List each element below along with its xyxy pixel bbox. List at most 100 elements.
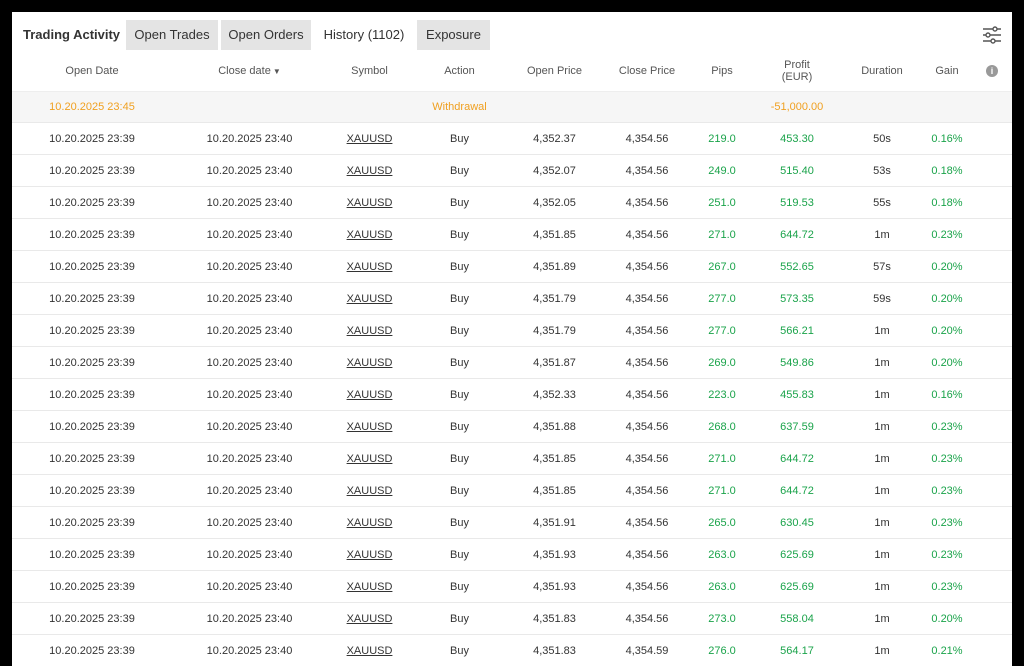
cell-close-date: 10.20.2025 23:40 [172, 346, 327, 379]
cell-close-date: 10.20.2025 23:40 [172, 186, 327, 219]
cell-duration: 1m [842, 538, 922, 571]
cell-symbol-link[interactable]: XAUUSD [327, 154, 412, 187]
table-row[interactable]: 10.20.2025 23:39 10.20.2025 23:40 XAUUSD Bu… [12, 602, 1012, 635]
header-profit-currency: (EUR) [781, 71, 813, 83]
table-row[interactable]: 10.20.2025 23:39 10.20.2025 23:40 XAUUSD Bu… [12, 538, 1012, 571]
cell-action: Buy [412, 154, 507, 187]
cell-pips: 276.0 [692, 634, 752, 666]
cell-profit: 637.59 [752, 410, 842, 443]
header-profit-label: Profit [784, 59, 810, 71]
tab-exposure[interactable]: Exposure [417, 20, 490, 50]
header-open-date[interactable]: Open Date [12, 51, 172, 92]
cell-symbol-link[interactable]: XAUUSD [327, 186, 412, 219]
cell-profit: 519.53 [752, 186, 842, 219]
header-gain[interactable]: Gain [922, 51, 972, 92]
trading-activity-panel: Trading Activity Open Trades Open Orders… [12, 12, 1012, 666]
withdrawal-amount: -51,000.00 [752, 91, 842, 123]
header-symbol[interactable]: Symbol [327, 51, 412, 92]
cell-pips: 271.0 [692, 474, 752, 507]
info-circle-icon[interactable]: i [986, 65, 998, 77]
header-pips[interactable]: Pips [692, 51, 752, 92]
cell-gain: 0.18% [922, 154, 972, 187]
cell-open-date: 10.20.2025 23:39 [12, 506, 172, 539]
cell-action: Buy [412, 602, 507, 635]
cell-close-price: 4,354.56 [602, 250, 692, 283]
table-row[interactable]: 10.20.2025 23:39 10.20.2025 23:40 XAUUSD Bu… [12, 282, 1012, 315]
withdrawal-date: 10.20.2025 23:45 [12, 91, 172, 123]
table-row[interactable]: 10.20.2025 23:39 10.20.2025 23:40 XAUUSD Bu… [12, 410, 1012, 443]
cell-action: Buy [412, 506, 507, 539]
tab-open-trades[interactable]: Open Trades [126, 20, 218, 50]
header-close-price[interactable]: Close Price [602, 51, 692, 92]
header-action[interactable]: Action [412, 51, 507, 92]
cell-symbol-link[interactable]: XAUUSD [327, 570, 412, 603]
tab-open-orders[interactable]: Open Orders [221, 20, 311, 50]
cell-gain: 0.21% [922, 634, 972, 666]
cell-close-price: 4,354.56 [602, 602, 692, 635]
header-close-date[interactable]: Close date ▼ [172, 51, 327, 92]
cell-pips: 249.0 [692, 154, 752, 187]
cell-symbol-link[interactable]: XAUUSD [327, 442, 412, 475]
cell-open-price: 4,351.93 [507, 538, 602, 571]
cell-action: Buy [412, 474, 507, 507]
cell-action: Buy [412, 122, 507, 155]
cell-profit: 558.04 [752, 602, 842, 635]
cell-pips: 271.0 [692, 442, 752, 475]
cell-action: Buy [412, 634, 507, 666]
cell-symbol-link[interactable]: XAUUSD [327, 602, 412, 635]
cell-pips: 219.0 [692, 122, 752, 155]
cell-close-date: 10.20.2025 23:40 [172, 154, 327, 187]
table-row[interactable]: 10.20.2025 23:39 10.20.2025 23:40 XAUUSD Bu… [12, 570, 1012, 603]
cell-symbol-link[interactable]: XAUUSD [327, 122, 412, 155]
cell-symbol-link[interactable]: XAUUSD [327, 474, 412, 507]
table-row[interactable]: 10.20.2025 23:39 10.20.2025 23:40 XAUUSD Bu… [12, 122, 1012, 155]
cell-close-date: 10.20.2025 23:40 [172, 282, 327, 315]
cell-duration: 1m [842, 634, 922, 666]
cell-symbol-link[interactable]: XAUUSD [327, 346, 412, 379]
table-row[interactable]: 10.20.2025 23:39 10.20.2025 23:40 XAUUSD Bu… [12, 218, 1012, 251]
table-row[interactable]: 10.20.2025 23:39 10.20.2025 23:40 XAUUSD Bu… [12, 474, 1012, 507]
cell-open-date: 10.20.2025 23:39 [12, 186, 172, 219]
cell-symbol-link[interactable]: XAUUSD [327, 410, 412, 443]
table-row[interactable]: 10.20.2025 23:39 10.20.2025 23:40 XAUUSD Bu… [12, 634, 1012, 666]
table-row[interactable]: 10.20.2025 23:39 10.20.2025 23:40 XAUUSD Bu… [12, 506, 1012, 539]
header-duration[interactable]: Duration [842, 51, 922, 92]
cell-open-price: 4,351.91 [507, 506, 602, 539]
cell-symbol-link[interactable]: XAUUSD [327, 378, 412, 411]
cell-profit: 644.72 [752, 442, 842, 475]
cell-gain: 0.23% [922, 538, 972, 571]
cell-duration: 55s [842, 186, 922, 219]
cell-profit: 630.45 [752, 506, 842, 539]
table-row[interactable]: 10.20.2025 23:39 10.20.2025 23:40 XAUUSD Bu… [12, 154, 1012, 187]
header-open-price[interactable]: Open Price [507, 51, 602, 92]
cell-symbol-link[interactable]: XAUUSD [327, 538, 412, 571]
cell-symbol-link[interactable]: XAUUSD [327, 634, 412, 666]
cell-symbol-link[interactable]: XAUUSD [327, 250, 412, 283]
table-row[interactable]: 10.20.2025 23:39 10.20.2025 23:40 XAUUSD Bu… [12, 314, 1012, 347]
cell-symbol-link[interactable]: XAUUSD [327, 218, 412, 251]
table-row[interactable]: 10.20.2025 23:39 10.20.2025 23:40 XAUUSD Bu… [12, 346, 1012, 379]
cell-symbol-link[interactable]: XAUUSD [327, 314, 412, 347]
sliders-settings-icon[interactable] [980, 23, 1004, 47]
cell-symbol-link[interactable]: XAUUSD [327, 282, 412, 315]
cell-open-date: 10.20.2025 23:39 [12, 282, 172, 315]
cell-symbol-link[interactable]: XAUUSD [327, 506, 412, 539]
table-row[interactable]: 10.20.2025 23:39 10.20.2025 23:40 XAUUSD Bu… [12, 186, 1012, 219]
cell-profit: 549.86 [752, 346, 842, 379]
table-row[interactable]: 10.20.2025 23:39 10.20.2025 23:40 XAUUSD Bu… [12, 442, 1012, 475]
cell-close-date: 10.20.2025 23:40 [172, 602, 327, 635]
cell-duration: 1m [842, 570, 922, 603]
table-row[interactable]: 10.20.2025 23:39 10.20.2025 23:40 XAUUSD Bu… [12, 378, 1012, 411]
cell-gain: 0.23% [922, 410, 972, 443]
cell-close-date: 10.20.2025 23:40 [172, 218, 327, 251]
header-profit[interactable]: Profit (EUR) [752, 51, 842, 92]
cell-action: Buy [412, 538, 507, 571]
tab-history[interactable]: History (1102) [314, 20, 414, 50]
cell-action: Buy [412, 346, 507, 379]
table-row[interactable]: 10.20.2025 23:39 10.20.2025 23:40 XAUUSD Bu… [12, 250, 1012, 283]
cell-close-date: 10.20.2025 23:40 [172, 122, 327, 155]
cell-open-price: 4,351.87 [507, 346, 602, 379]
cell-duration: 1m [842, 602, 922, 635]
panel-title: Trading Activity [23, 27, 121, 42]
cell-pips: 263.0 [692, 570, 752, 603]
